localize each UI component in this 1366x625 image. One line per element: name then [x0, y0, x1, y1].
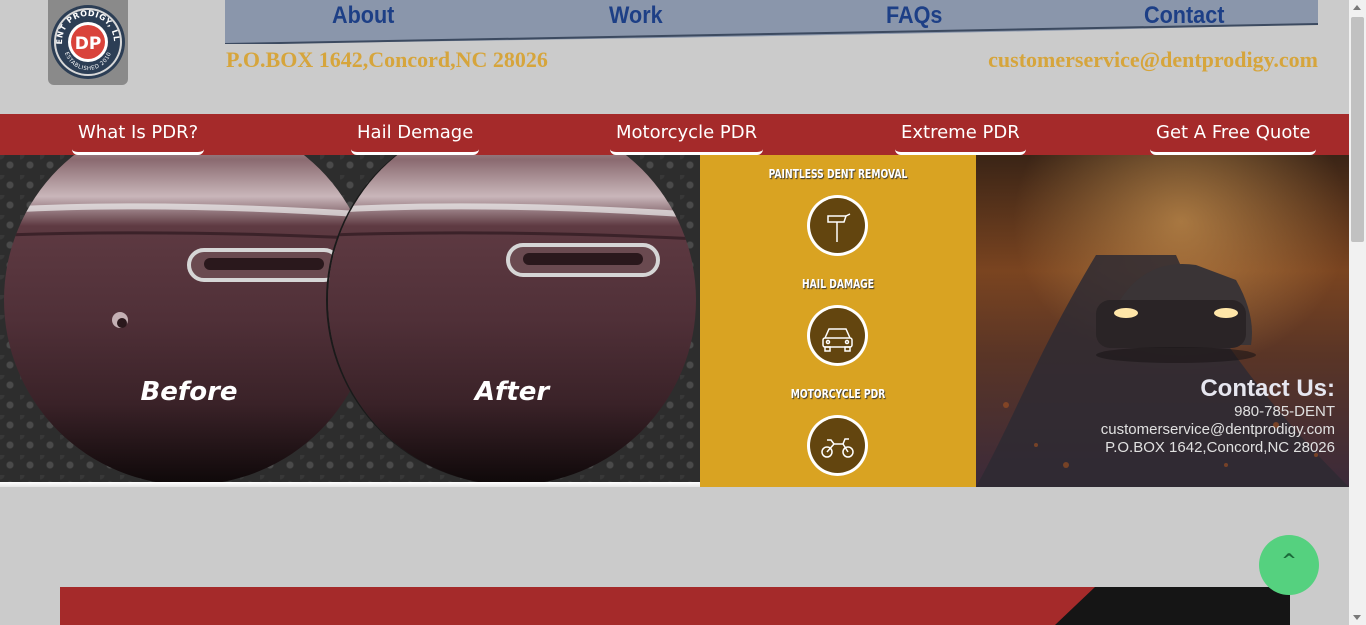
header-email-link[interactable]: customerservice@dentprodigy.com	[988, 47, 1318, 73]
service-title-pdr: PAINTLESS DENT REMOVAL	[768, 167, 908, 181]
back-to-top-button[interactable]: ^	[1259, 535, 1319, 595]
service-motorcycle-button[interactable]	[807, 415, 868, 476]
scroll-down-icon[interactable]	[1353, 615, 1361, 620]
service-navigation: What Is PDR? Hail Demage Motorcycle PDR …	[0, 114, 1349, 155]
hammer-icon	[827, 213, 851, 242]
hero-banner: Before After PAINTLESS DENT REMOVAL HAIL…	[0, 155, 1349, 487]
contact-email[interactable]: customerservice@dentprodigy.com	[1101, 421, 1335, 439]
subnav-free-quote[interactable]: Get A Free Quote	[1150, 120, 1317, 155]
scrollbar-thumb[interactable]	[1351, 17, 1364, 242]
contact-info: Contact Us: 980-785-DENT customerservice…	[1101, 375, 1335, 457]
before-after-image: Before After	[0, 155, 700, 482]
content-section	[60, 587, 1290, 625]
nav-contact-link[interactable]: Contact	[1144, 2, 1224, 30]
page-scrollbar[interactable]	[1349, 0, 1366, 625]
service-pdr-button[interactable]	[807, 195, 868, 256]
subnav-motorcycle-pdr[interactable]: Motorcycle PDR	[610, 120, 764, 155]
nav-work-link[interactable]: Work	[609, 2, 663, 30]
service-hail-button[interactable]	[807, 305, 868, 366]
divider	[0, 482, 700, 487]
before-photo: Before	[4, 155, 374, 482]
subnav-hail-damage[interactable]: Hail Demage	[351, 120, 480, 155]
nav-faqs-link[interactable]: FAQs	[886, 2, 942, 30]
before-label: Before	[140, 377, 238, 407]
after-photo: After	[326, 155, 696, 482]
service-title-hail: HAIL DAMAGE	[801, 277, 874, 291]
section-accent	[1055, 587, 1290, 625]
contact-heading: Contact Us:	[1200, 375, 1335, 402]
car-icon	[822, 328, 853, 352]
header-address: P.O.BOX 1642,Concord,NC 28026	[226, 47, 548, 72]
after-label: After	[474, 377, 550, 407]
services-panel: PAINTLESS DENT REMOVAL HAIL DAMAGE MOTOR…	[700, 155, 976, 487]
subnav-what-is-pdr[interactable]: What Is PDR?	[72, 120, 205, 155]
top-navigation: About Work FAQs Contact	[225, 0, 1318, 44]
company-logo[interactable]: DENT PRODIGY, LLC. ESTABLISHED 2010 DP	[48, 0, 128, 85]
contact-phone[interactable]: 980-785-DENT	[1101, 403, 1335, 421]
nav-about-link[interactable]: About	[332, 2, 394, 30]
service-title-motorcycle: MOTORCYCLE PDR	[790, 387, 886, 401]
subnav-extreme-pdr[interactable]: Extreme PDR	[895, 120, 1026, 155]
contact-address: P.O.BOX 1642,Concord,NC 28026	[1105, 439, 1335, 456]
svg-text:DP: DP	[75, 34, 102, 54]
motorcycle-icon	[821, 438, 854, 458]
scroll-up-icon[interactable]	[1353, 5, 1361, 10]
car-photo: Contact Us: 980-785-DENT customerservice…	[976, 155, 1349, 487]
